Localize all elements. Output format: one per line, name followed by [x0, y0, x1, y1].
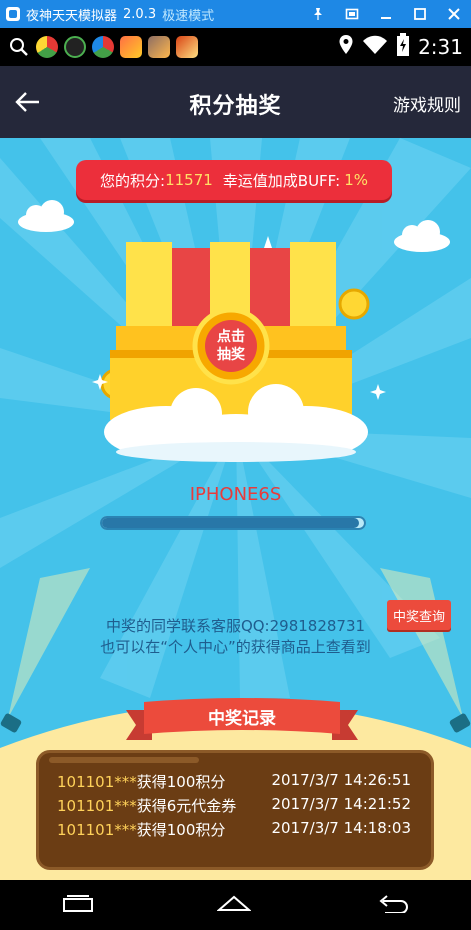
winner-time: 2017/3/7 14:18:03 [271, 819, 411, 837]
winner-row: 101101***获得100积分 [57, 771, 225, 792]
chrome-app-icon-2[interactable] [92, 36, 114, 58]
winner-time: 2017/3/7 14:21:52 [271, 795, 411, 813]
spotlight-right-icon [449, 713, 471, 733]
winner-uid: 101101*** [57, 797, 137, 815]
android-status-bar: 2:31 [0, 28, 471, 66]
location-icon [338, 34, 354, 60]
winner-row: 101101***获得100积分 [57, 819, 225, 840]
winner-row: 101101***获得6元代金券 [57, 795, 236, 816]
score-badge: 您的积分: 11571 幸运值加成BUFF: 1% [76, 160, 392, 200]
game-app-icon-3[interactable] [176, 36, 198, 58]
maximize-icon[interactable] [403, 0, 437, 28]
prize-name: IPHONE6S [189, 484, 282, 505]
winner-uid: 101101*** [57, 773, 137, 791]
game-app-icon-2[interactable] [148, 36, 170, 58]
android-nav-bar [0, 880, 471, 930]
emulator-window-controls [301, 0, 471, 28]
draw-button-line1: 点击 [217, 328, 245, 345]
minimize-icon[interactable] [369, 0, 403, 28]
winners-title: 中奖记录 [208, 708, 276, 729]
winners-ribbon: 中奖记录 [126, 698, 358, 740]
winners-panel: 101101***获得100积分 2017/3/7 14:26:51 101101*… [36, 750, 434, 870]
score-points: 11571 [165, 171, 213, 189]
agent-app-icon[interactable] [64, 36, 86, 58]
cloud-right-icon [394, 220, 450, 252]
pin-icon[interactable] [301, 0, 335, 28]
status-indicators: 2:31 [338, 28, 463, 66]
spotlight-left-icon [0, 713, 22, 733]
close-icon[interactable] [437, 0, 471, 28]
emulator-title-bar: 夜神天天模拟器 2.0.3 极速模式 [0, 0, 471, 28]
cloud-left-icon [18, 200, 74, 232]
clock: 2:31 [418, 35, 463, 59]
emulator-version: 2.0.3 [123, 6, 157, 22]
wifi-icon [362, 35, 388, 59]
winner-prize: 获得100积分 [136, 773, 226, 791]
contact-line-2: 也可以在“个人中心”的获得商品上查看到 [100, 638, 371, 656]
prize-query-button[interactable]: 中奖查询 [387, 600, 451, 630]
lottery-main: 您的积分: 11571 幸运值加成BUFF: 1% 点击 抽奖 IPHONE6S… [0, 138, 471, 880]
app-header: 积分抽奖 游戏规则 [0, 66, 471, 138]
draw-progress-fill [102, 518, 359, 528]
winner-prize: 获得6元代金券 [136, 797, 237, 815]
panel-dots [49, 757, 199, 763]
winner-uid: 101101*** [57, 821, 137, 839]
home-button[interactable] [216, 894, 253, 916]
buff-label: 幸运值加成BUFF: [222, 171, 341, 190]
recent-apps-button[interactable] [62, 893, 94, 917]
draw-button-line2: 抽奖 [217, 346, 246, 363]
game-rules-link[interactable]: 游戏规则 [393, 91, 461, 116]
emulator-title: 夜神天天模拟器 [26, 8, 118, 24]
battery-icon [396, 33, 410, 61]
emulator-mode: 极速模式 [162, 8, 215, 24]
score-label: 您的积分: [100, 171, 166, 190]
winner-time: 2017/3/7 14:26:51 [271, 771, 411, 789]
search-icon[interactable] [8, 36, 30, 58]
emulator-logo-icon [6, 7, 20, 21]
draw-progress-bar [100, 516, 366, 530]
game-app-icon-1[interactable] [120, 36, 142, 58]
treasure-chest[interactable]: 点击 抽奖 [86, 234, 386, 464]
buff-value: 1% [344, 171, 368, 189]
chrome-app-icon[interactable] [36, 36, 58, 58]
back-nav-button[interactable] [375, 893, 409, 917]
winner-prize: 获得100积分 [136, 821, 226, 839]
fullscreen-icon[interactable] [335, 0, 369, 28]
